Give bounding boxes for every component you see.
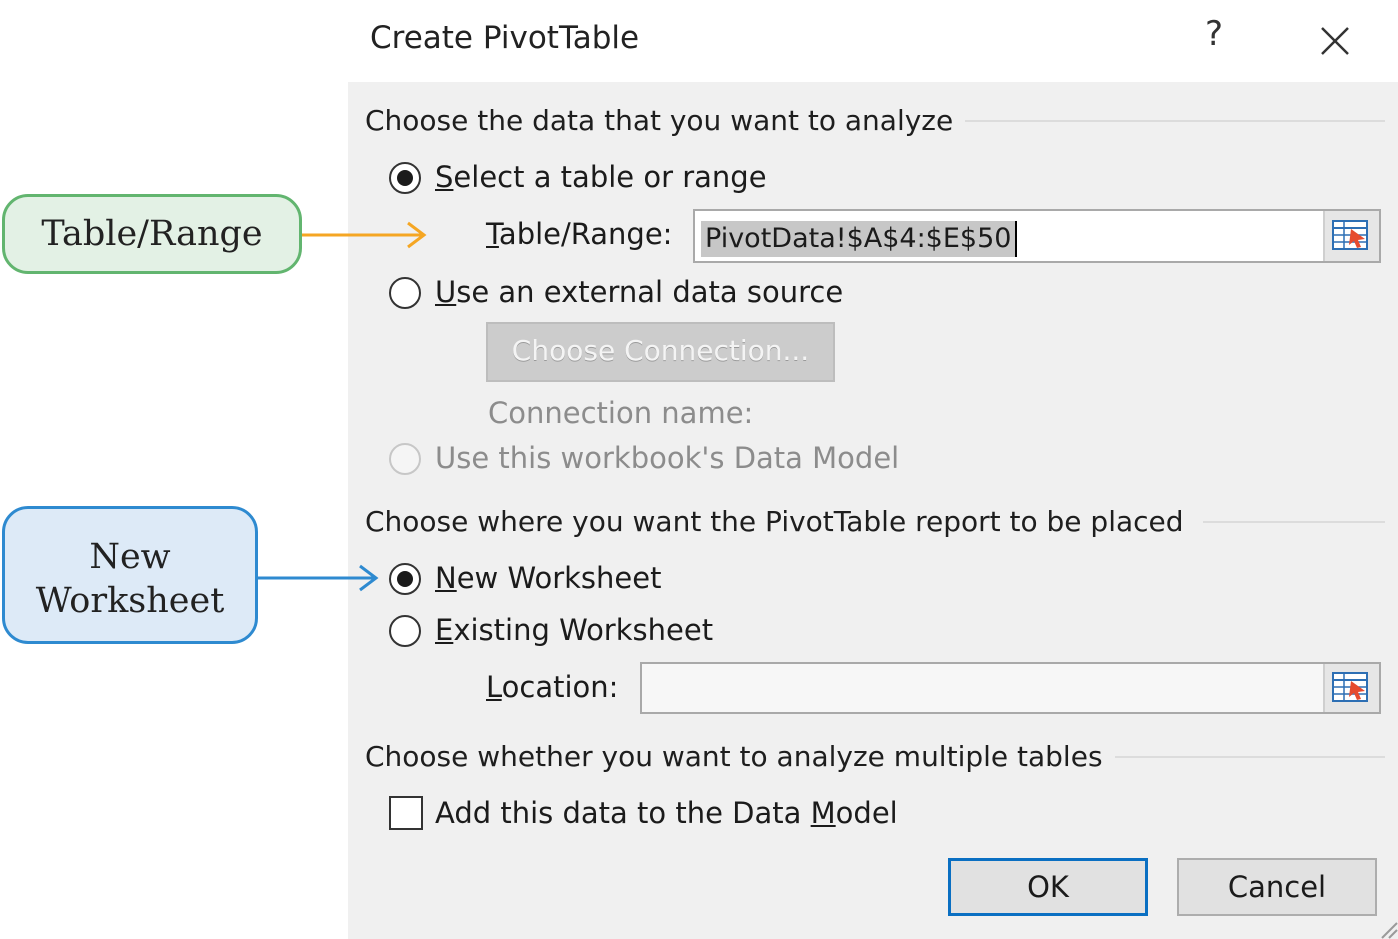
callout-arrow-new-worksheet (258, 564, 379, 592)
close-icon (1321, 27, 1349, 55)
connection-name-label: Connection name: (488, 396, 754, 430)
section-title-place: Choose where you want the PivotTable rep… (365, 505, 1184, 538)
callout-new-worksheet: New Worksheet (2, 506, 258, 644)
radio-select-table[interactable] (389, 162, 421, 194)
radio-external-source[interactable] (389, 277, 421, 309)
external-source-label[interactable]: Use an external data source (435, 275, 843, 309)
existing-worksheet-label[interactable]: Existing Worksheet (435, 613, 713, 647)
radio-new-worksheet[interactable] (389, 563, 421, 595)
section-divider (1115, 756, 1385, 758)
select-table-label[interactable]: Select a table or range (435, 160, 767, 194)
ok-button[interactable]: OK (948, 858, 1148, 916)
choose-connection-button[interactable]: Choose Connection... (486, 322, 835, 382)
radio-data-model[interactable] (389, 443, 421, 475)
range-select-icon (1332, 220, 1368, 250)
table-range-label: Table/Range: (486, 217, 673, 251)
table-range-collapse-button[interactable] (1323, 211, 1379, 261)
section-title-data: Choose the data that you want to analyze (365, 104, 954, 137)
location-input[interactable] (640, 662, 1381, 714)
radio-existing-worksheet[interactable] (389, 615, 421, 647)
section-title-multi: Choose whether you want to analyze multi… (365, 740, 1103, 773)
cancel-button[interactable]: Cancel (1177, 858, 1377, 916)
callout-arrow-table-range (302, 221, 427, 249)
table-range-value: PivotData!$A$4:$E$50 (701, 221, 1018, 257)
data-model-label[interactable]: Use this workbook's Data Model (435, 441, 899, 475)
range-select-icon (1332, 672, 1368, 702)
location-collapse-button[interactable] (1323, 664, 1379, 712)
location-label: Location: (486, 670, 619, 704)
resize-grip-icon[interactable] (1376, 912, 1398, 939)
callout-new-worksheet-line1: New (89, 537, 171, 577)
help-button[interactable]: ? (1196, 14, 1232, 62)
callout-table-range: Table/Range (2, 194, 302, 274)
callout-new-worksheet-line2: Worksheet (35, 581, 225, 621)
dialog-title: Create PivotTable (370, 20, 640, 56)
new-worksheet-label[interactable]: New Worksheet (435, 561, 661, 595)
add-data-model-label[interactable]: Add this data to the Data Model (435, 796, 898, 830)
section-divider (1203, 521, 1385, 523)
close-button[interactable] (1312, 18, 1358, 64)
add-data-model-checkbox[interactable] (389, 796, 423, 830)
section-divider (965, 120, 1385, 122)
table-range-input[interactable]: PivotData!$A$4:$E$50 (693, 209, 1381, 263)
